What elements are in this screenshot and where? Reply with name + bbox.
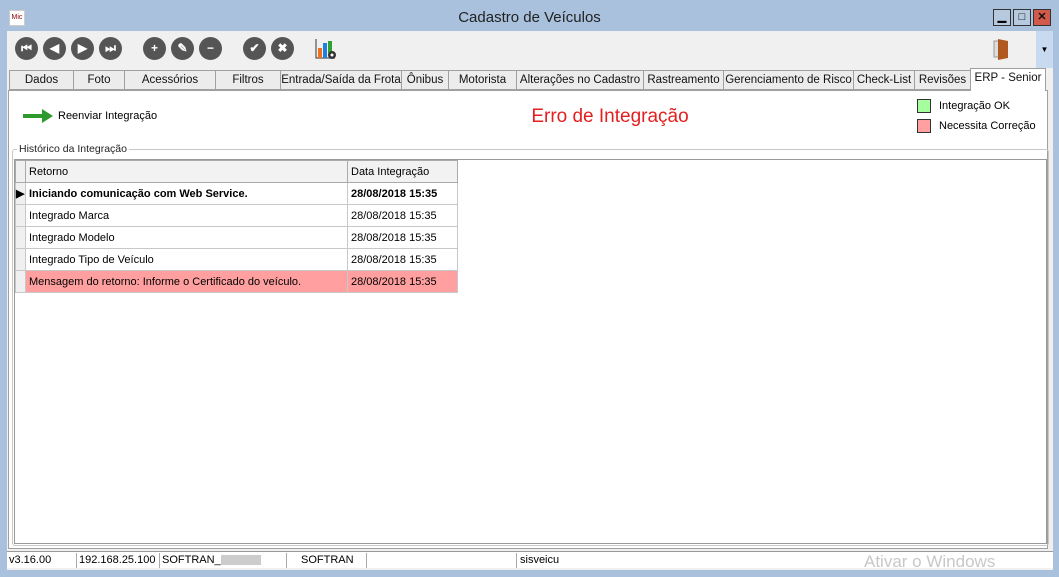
integration-error-title: Erro de Integração: [531, 106, 689, 127]
cell-data: 28/08/2018 15:35: [347, 182, 458, 205]
exit-button[interactable]: [993, 38, 1009, 60]
resend-label: Reenviar Integração: [58, 110, 158, 122]
add-button[interactable]: +: [143, 37, 166, 60]
table-row[interactable]: Integrado Tipo de Veículo 28/08/2018 15:3…: [15, 248, 458, 271]
previous-record-button[interactable]: ◀: [43, 37, 66, 60]
arrow-right-icon: [23, 109, 53, 123]
tab-rastreamento[interactable]: Rastreamento: [643, 70, 724, 90]
status-user: sisveicu: [520, 554, 560, 566]
resend-integration-button[interactable]: Reenviar Integração: [22, 108, 157, 124]
report-chart-button[interactable]: [315, 38, 337, 60]
confirm-button[interactable]: ✔: [243, 37, 266, 60]
status-version: v3.16.00: [7, 553, 77, 568]
edit-button[interactable]: ✎: [171, 37, 194, 60]
toolbar-overflow-dropdown[interactable]: ▼: [1036, 31, 1053, 68]
tab-erp-senior[interactable]: ERP - Senior: [970, 68, 1046, 91]
cell-data: 28/08/2018 15:35: [347, 204, 458, 227]
tab-acessorios[interactable]: Acessórios: [124, 70, 216, 90]
legend-label: Necessita Correção: [939, 120, 1036, 132]
table-row[interactable]: Integrado Marca 28/08/2018 15:35: [15, 204, 458, 227]
tab-gerenciamento-risco[interactable]: Gerenciamento de Risco: [723, 70, 854, 90]
legend-ok: Integração OK: [917, 99, 1010, 113]
window-title: Cadastro de Veículos: [458, 9, 601, 26]
tab-alteracoes[interactable]: Alterações no Cadastro: [516, 70, 644, 90]
tab-check-list[interactable]: Check-List: [853, 70, 915, 90]
cell-retorno: Integrado Modelo: [25, 226, 348, 249]
status-ip: 192.168.25.100: [77, 553, 160, 568]
cell-retorno: Mensagem do retorno: Informe o Certifica…: [25, 270, 348, 293]
status-empty: [367, 553, 517, 568]
cell-retorno: Integrado Marca: [25, 204, 348, 227]
status-company: SOFTRAN_: [160, 553, 287, 568]
first-record-button[interactable]: ⏮: [15, 37, 38, 60]
history-grid[interactable]: Retorno Data Integração ▶ Iniciando comuni…: [14, 159, 1047, 544]
column-header-retorno[interactable]: Retorno: [25, 160, 348, 183]
tab-motorista[interactable]: Motorista: [448, 70, 517, 90]
tab-dados[interactable]: Dados: [9, 70, 74, 90]
next-record-button[interactable]: ▶: [71, 37, 94, 60]
last-record-button[interactable]: ⏭: [99, 37, 122, 60]
windows-activation-watermark: Ativar o Windows: [864, 552, 996, 571]
tab-entrada-saida[interactable]: Entrada/Saída da Frota: [280, 70, 402, 90]
chart-gear-icon: [315, 39, 336, 59]
tab-revisoes[interactable]: Revisões: [914, 70, 971, 90]
close-button[interactable]: ✕: [1033, 9, 1051, 26]
tab-onibus[interactable]: Ônibus: [401, 70, 449, 90]
column-header-data[interactable]: Data Integração: [347, 160, 458, 183]
current-row-indicator-icon: ▶: [15, 182, 26, 205]
table-row[interactable]: Integrado Modelo 28/08/2018 15:35: [15, 226, 458, 249]
delete-button[interactable]: −: [199, 37, 222, 60]
legend-swatch-ok: [917, 99, 931, 113]
maximize-button[interactable]: □: [1013, 9, 1031, 26]
tab-foto[interactable]: Foto: [73, 70, 125, 90]
tab-filtros[interactable]: Filtros: [215, 70, 281, 90]
legend-label: Integração OK: [939, 100, 1010, 112]
history-group-label: Histórico da Integração: [17, 143, 129, 155]
cell-data: 28/08/2018 15:35: [347, 270, 458, 293]
cell-retorno: Integrado Tipo de Veículo: [25, 248, 348, 271]
cell-data: 28/08/2018 15:35: [347, 248, 458, 271]
cell-retorno: Iniciando comunicação com Web Service.: [25, 182, 348, 205]
grid-header: Retorno Data Integração: [15, 160, 458, 183]
minimize-button[interactable]: ▁: [993, 9, 1011, 26]
legend-correction: Necessita Correção: [917, 119, 1036, 133]
cancel-button[interactable]: ✖: [271, 37, 294, 60]
cell-data: 28/08/2018 15:35: [347, 226, 458, 249]
door-exit-icon: [993, 39, 1008, 60]
table-row[interactable]: Mensagem do retorno: Informe o Certifica…: [15, 270, 458, 293]
legend-swatch-correction: [917, 119, 931, 133]
table-row[interactable]: ▶ Iniciando comunicação com Web Service. 2…: [15, 182, 458, 205]
status-database: SOFTRAN: [287, 553, 367, 568]
